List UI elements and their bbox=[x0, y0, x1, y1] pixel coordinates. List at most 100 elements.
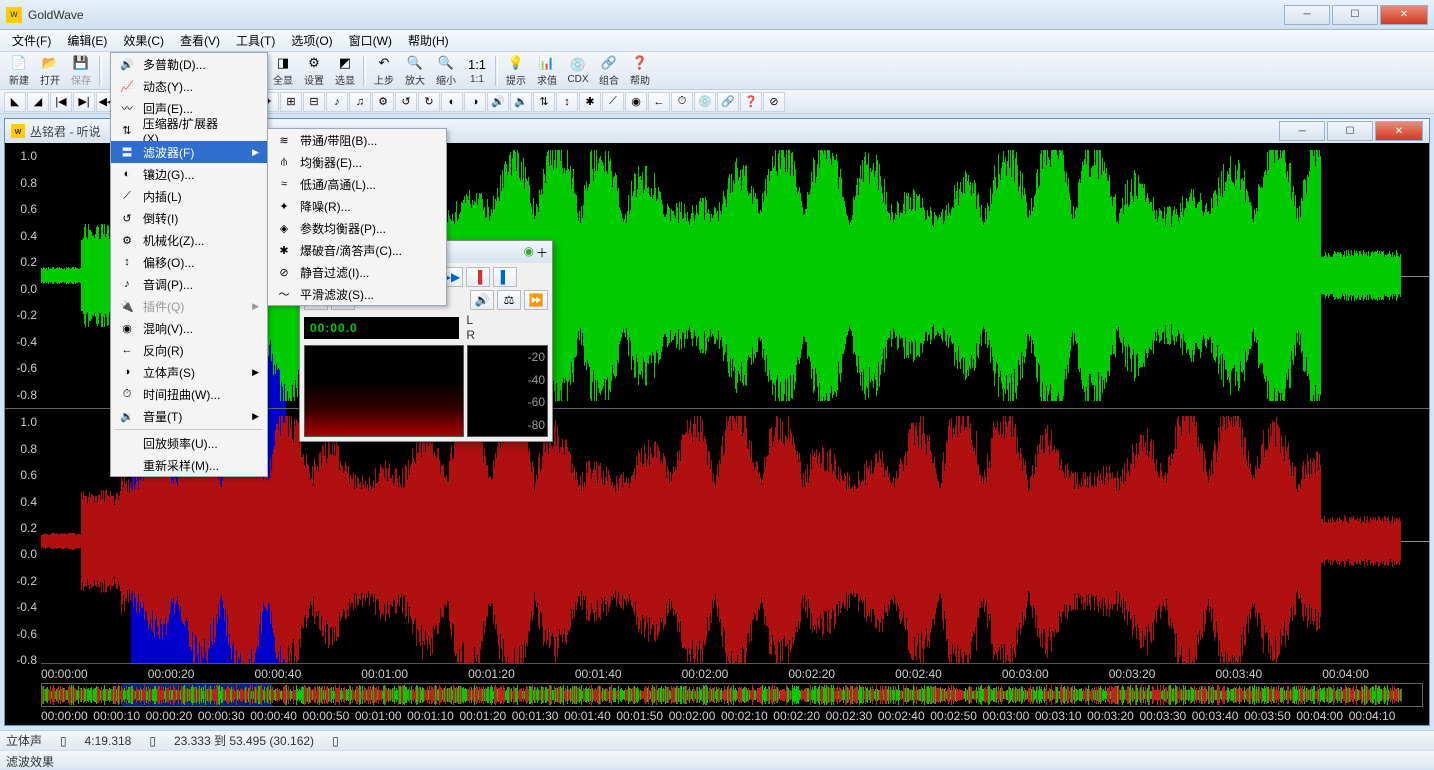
doc-maximize-button[interactable]: ☐ bbox=[1327, 121, 1373, 141]
effect-toolbar-button[interactable]: ✱ bbox=[579, 92, 601, 112]
toolbar-button-组合[interactable]: 🔗组合 bbox=[594, 54, 624, 88]
menu-item[interactable]: ≈低通/高通(L)... bbox=[268, 173, 446, 195]
menu-item[interactable]: ✦降噪(R)... bbox=[268, 195, 446, 217]
effect-toolbar-button[interactable]: ◐ bbox=[441, 92, 463, 112]
toolbar-button-设置[interactable]: ⚙设置 bbox=[299, 54, 329, 88]
effect-toolbar-button[interactable]: 💿 bbox=[694, 92, 716, 112]
menu-item[interactable]: ⇅压缩器/扩展器(X)... bbox=[111, 119, 267, 141]
menu-item[interactable]: 重新采样(M)... bbox=[111, 454, 267, 476]
effect-toolbar-button[interactable]: ⟋ bbox=[602, 92, 624, 112]
menu-item-label: 均衡器(E)... bbox=[300, 154, 362, 171]
effect-toolbar-button[interactable]: ↺ bbox=[395, 92, 417, 112]
effect-toolbar-button[interactable]: ⚙ bbox=[372, 92, 394, 112]
menu-item[interactable]: 查看(V) bbox=[172, 29, 228, 52]
menu-item[interactable]: ◉混响(V)... bbox=[111, 317, 267, 339]
effect-toolbar-button[interactable]: ↻ bbox=[418, 92, 440, 112]
maximize-button[interactable]: ☐ bbox=[1332, 5, 1378, 25]
menu-item-label: 立体声(S) bbox=[143, 364, 195, 381]
menu-item[interactable]: ↕偏移(O)... bbox=[111, 251, 267, 273]
effect-toolbar-button[interactable]: ◉ bbox=[625, 92, 647, 112]
marker-end-icon[interactable]: ▌ bbox=[493, 267, 517, 287]
menu-item[interactable]: ♪音调(P)... bbox=[111, 273, 267, 295]
effect-toolbar-button[interactable]: ❓ bbox=[740, 92, 762, 112]
menu-item[interactable]: ≋带通/带阻(B)... bbox=[268, 129, 446, 151]
speed-icon[interactable]: ⏩ bbox=[524, 290, 548, 310]
menu-item-label: 机械化(Z)... bbox=[143, 232, 204, 249]
effect-toolbar-button[interactable]: ⊞ bbox=[280, 92, 302, 112]
effect-toolbar-button[interactable]: ▶| bbox=[73, 92, 95, 112]
toolbar-button-新建[interactable]: 📄新建 bbox=[4, 54, 34, 88]
menu-item[interactable]: 帮助(H) bbox=[400, 29, 457, 52]
menu-item-icon: 〜 bbox=[274, 286, 294, 302]
menu-item[interactable]: ◈参数均衡器(P)... bbox=[268, 217, 446, 239]
doc-close-button[interactable]: ✕ bbox=[1375, 121, 1423, 141]
toolbar-button-全显[interactable]: ◨全显 bbox=[268, 54, 298, 88]
effect-toolbar-button[interactable]: ⊟ bbox=[303, 92, 325, 112]
menu-item[interactable]: ⚙ 机械化(Z)... bbox=[111, 229, 267, 251]
marker-start-icon[interactable]: ▐ bbox=[466, 267, 490, 287]
balance-icon[interactable]: ⚖ bbox=[497, 290, 521, 310]
effect-toolbar-button[interactable]: ◢ bbox=[27, 92, 49, 112]
effect-toolbar-button[interactable]: 🔊 bbox=[487, 92, 509, 112]
menu-item[interactable]: ←反向(R) bbox=[111, 339, 267, 361]
toolbar-button-CDX[interactable]: 💿CDX bbox=[563, 54, 593, 88]
doc-minimize-button[interactable]: ─ bbox=[1279, 121, 1325, 141]
menu-item-label: 滤波器(F) bbox=[143, 144, 194, 161]
menu-item[interactable]: 🔉音量(T)▶ bbox=[111, 405, 267, 427]
menu-item[interactable]: ◐镶边(G)... bbox=[111, 163, 267, 185]
menu-item[interactable]: 选项(O) bbox=[283, 29, 340, 52]
toolbar-icon: 1:1 bbox=[469, 57, 485, 73]
menu-item[interactable]: 窗口(W) bbox=[341, 29, 400, 52]
toolbar-button-帮助[interactable]: ❓帮助 bbox=[625, 54, 655, 88]
effect-toolbar-button[interactable]: 🔉 bbox=[510, 92, 532, 112]
menu-item-icon: ⏱ bbox=[117, 386, 137, 402]
menu-item[interactable]: ✱爆破音/滴答声(C)... bbox=[268, 239, 446, 261]
menu-item[interactable]: 〓滤波器(F)▶ bbox=[111, 141, 267, 163]
close-button[interactable]: ✕ bbox=[1380, 5, 1428, 25]
menu-item-icon: 🔉 bbox=[117, 408, 137, 424]
toolbar-button-1:1[interactable]: 1:11:1 bbox=[462, 54, 492, 88]
effect-toolbar-button[interactable]: ← bbox=[648, 92, 670, 112]
menu-item[interactable]: ⊘静音过滤(I)... bbox=[268, 261, 446, 283]
overview-bar[interactable] bbox=[41, 683, 1423, 707]
effect-toolbar-button[interactable]: ⇅ bbox=[533, 92, 555, 112]
menu-item[interactable]: ↺倒转(I) bbox=[111, 207, 267, 229]
volume-icon[interactable]: 🔊 bbox=[470, 290, 494, 310]
toolbar-button-缩小[interactable]: 🔍缩小 bbox=[431, 54, 461, 88]
toolbar-button-求值[interactable]: 📊求值 bbox=[532, 54, 562, 88]
menu-item[interactable]: ⫛均衡器(E)... bbox=[268, 151, 446, 173]
toolbar-button-提示[interactable]: 💡提示 bbox=[501, 54, 531, 88]
toolbar-button-上步[interactable]: ↶上步 bbox=[369, 54, 399, 88]
menu-item-icon: ⚙ bbox=[117, 232, 137, 248]
menu-item[interactable]: 文件(F) bbox=[4, 29, 59, 52]
menu-item[interactable]: 编辑(E) bbox=[59, 29, 115, 52]
effect-toolbar-button[interactable]: ◑ bbox=[464, 92, 486, 112]
divider-icon: ▯ bbox=[60, 734, 67, 748]
menu-item[interactable]: 工具(T) bbox=[228, 29, 283, 52]
toolbar-button-放大[interactable]: 🔍放大 bbox=[400, 54, 430, 88]
menu-item[interactable]: 〜平滑滤波(S)... bbox=[268, 283, 446, 305]
player-options-icon[interactable]: ◉ bbox=[524, 244, 534, 261]
doc-icon: w bbox=[11, 124, 25, 138]
menu-item[interactable]: ⏱时间扭曲(W)... bbox=[111, 383, 267, 405]
effect-toolbar-button[interactable]: ⊘ bbox=[763, 92, 785, 112]
effect-toolbar-button[interactable]: ↕ bbox=[556, 92, 578, 112]
menu-item[interactable]: 📈动态(Y)... bbox=[111, 75, 267, 97]
minimize-button[interactable]: ─ bbox=[1284, 5, 1330, 25]
effect-toolbar-button[interactable]: 🔗 bbox=[717, 92, 739, 112]
toolbar-button-打开[interactable]: 📂打开 bbox=[35, 54, 65, 88]
effect-toolbar-button[interactable]: |◀ bbox=[50, 92, 72, 112]
menu-item[interactable]: ◑立体声(S)▶ bbox=[111, 361, 267, 383]
menu-item[interactable]: 回放频率(U)... bbox=[111, 432, 267, 454]
menu-item-label: 静音过滤(I)... bbox=[300, 264, 369, 281]
effect-toolbar-button[interactable]: ♪ bbox=[326, 92, 348, 112]
player-add-icon[interactable]: ＋ bbox=[536, 244, 548, 261]
effect-toolbar-button[interactable]: ◣ bbox=[4, 92, 26, 112]
menu-item[interactable]: ⟋内插(L) bbox=[111, 185, 267, 207]
submenu-arrow-icon: ▶ bbox=[252, 367, 259, 378]
menu-item[interactable]: 🔊多普勒(D)... bbox=[111, 53, 267, 75]
toolbar-button-选显[interactable]: ◩选显 bbox=[330, 54, 360, 88]
menu-item[interactable]: 效果(C) bbox=[115, 29, 172, 52]
effect-toolbar-button[interactable]: ⏱ bbox=[671, 92, 693, 112]
effect-toolbar-button[interactable]: ♫ bbox=[349, 92, 371, 112]
